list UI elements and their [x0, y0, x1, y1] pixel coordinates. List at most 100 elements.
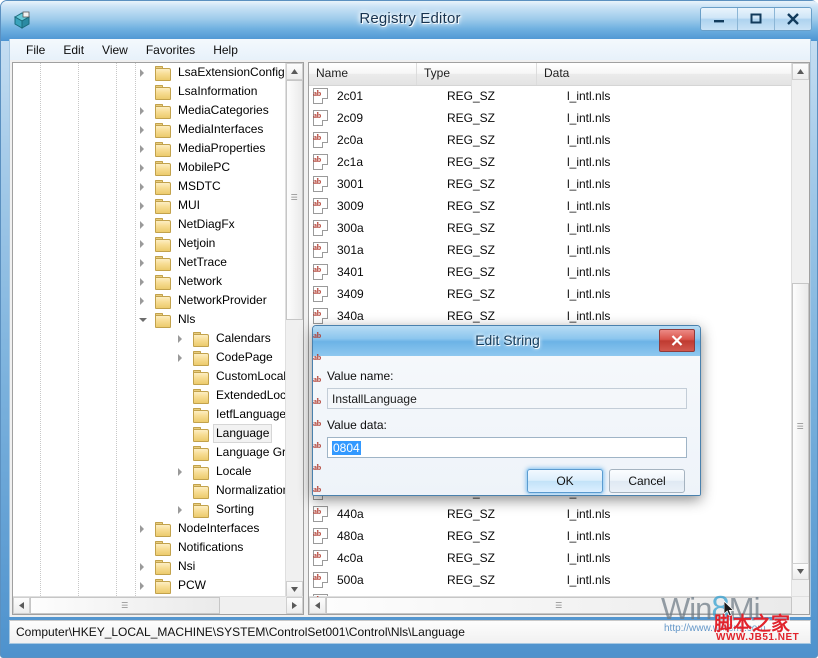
tree-node[interactable]: Netjoin [13, 234, 288, 253]
folder-icon [154, 313, 172, 327]
tree-node[interactable]: PCW [13, 576, 288, 595]
tree-node[interactable]: MediaCategories [13, 101, 288, 120]
chevron-right-icon[interactable] [135, 101, 154, 120]
chevron-right-icon[interactable] [173, 348, 192, 367]
list-scroll-thumb[interactable]: ☰ [792, 283, 809, 573]
tree-vertical-scrollbar[interactable]: ☰ [285, 63, 303, 598]
chevron-right-icon[interactable] [135, 234, 154, 253]
tree-node[interactable]: Network [13, 272, 288, 291]
maximize-button[interactable] [738, 8, 775, 30]
list-column-headers: Name Type Data [309, 63, 809, 86]
table-row[interactable]: ab2c09REG_SZl_intl.nls [309, 107, 794, 129]
chevron-right-icon[interactable] [135, 519, 154, 538]
menu-favorites[interactable]: Favorites [137, 41, 204, 59]
table-row[interactable]: ab500aREG_SZl_intl.nls [309, 569, 794, 591]
folder-icon [192, 503, 210, 517]
tree-node[interactable]: MSDTC [13, 177, 288, 196]
table-row[interactable]: ab3409REG_SZl_intl.nls [309, 283, 794, 305]
chevron-right-icon[interactable] [173, 500, 192, 519]
tree-node[interactable]: Calendars [13, 329, 288, 348]
chevron-right-icon[interactable] [135, 158, 154, 177]
menu-file[interactable]: File [17, 41, 54, 59]
dialog-close-button[interactable] [659, 329, 695, 352]
column-header-name[interactable]: Name [309, 63, 417, 85]
chevron-right-icon[interactable] [135, 253, 154, 272]
table-row[interactable]: ab340aREG_SZl_intl.nls [309, 305, 794, 327]
tree-node[interactable]: CodePage [13, 348, 288, 367]
list-vertical-scrollbar[interactable]: ☰ [791, 63, 809, 597]
value-name-input[interactable]: InstallLanguage [327, 388, 687, 409]
chevron-right-icon[interactable] [173, 329, 192, 348]
column-header-type[interactable]: Type [417, 63, 537, 85]
ok-button[interactable]: OK [527, 469, 603, 493]
tree-scroll-up-button[interactable] [286, 63, 303, 80]
tree-node[interactable]: CustomLocale [13, 367, 288, 386]
tree-node[interactable]: NodeInterfaces [13, 519, 288, 538]
tree-node[interactable]: MediaProperties [13, 139, 288, 158]
chevron-right-icon[interactable] [135, 196, 154, 215]
tree-node[interactable]: Notifications [13, 538, 288, 557]
table-row[interactable]: ab3009REG_SZl_intl.nls [309, 195, 794, 217]
chevron-right-icon[interactable] [135, 291, 154, 310]
chevron-right-icon[interactable] [135, 557, 154, 576]
chevron-right-icon[interactable] [135, 576, 154, 595]
tree-node[interactable]: Language Groups [13, 443, 288, 462]
list-scroll-down-button[interactable] [792, 563, 809, 580]
cancel-button[interactable]: Cancel [609, 469, 685, 493]
chevron-right-icon[interactable] [135, 215, 154, 234]
tree-scroll-left-button[interactable] [13, 597, 30, 614]
tree-node[interactable]: Language [13, 424, 288, 443]
tree-node[interactable]: Locale [13, 462, 288, 481]
tree-node[interactable]: MediaInterfaces [13, 120, 288, 139]
close-button[interactable] [775, 8, 811, 30]
table-row[interactable]: ab301aREG_SZl_intl.nls [309, 239, 794, 261]
tree-node[interactable]: ExtendedLocale [13, 386, 288, 405]
tree-node[interactable]: MUI [13, 196, 288, 215]
tree-node[interactable]: Nsi [13, 557, 288, 576]
minimize-button[interactable] [701, 8, 738, 30]
column-header-data[interactable]: Data [537, 63, 809, 85]
chevron-right-icon[interactable] [173, 462, 192, 481]
tree-node[interactable]: Nls [13, 310, 288, 329]
tree-node[interactable]: LsaExtensionConfig [13, 63, 288, 82]
list-hscroll-thumb[interactable]: ☰ [326, 597, 792, 614]
tree-node[interactable]: LsaInformation [13, 82, 288, 101]
table-row[interactable]: ab2c1aREG_SZl_intl.nls [309, 151, 794, 173]
tree-horizontal-scrollbar[interactable]: ☰ [13, 596, 303, 614]
tree-hscroll-thumb[interactable]: ☰ [30, 597, 220, 614]
list-scroll-left-button[interactable] [309, 597, 326, 614]
value-data-input[interactable]: 0804 [327, 437, 687, 458]
tree-node[interactable]: Normalization [13, 481, 288, 500]
cell-name: 340a [337, 309, 447, 323]
menu-help[interactable]: Help [204, 41, 247, 59]
menu-edit[interactable]: Edit [54, 41, 93, 59]
tree-node[interactable]: Sorting [13, 500, 288, 519]
chevron-right-icon[interactable] [135, 120, 154, 139]
table-row[interactable]: ab2c0aREG_SZl_intl.nls [309, 129, 794, 151]
chevron-down-icon[interactable] [135, 310, 154, 329]
menu-view[interactable]: View [93, 41, 137, 59]
cell-name: 440a [337, 507, 447, 521]
table-row[interactable]: ab300aREG_SZl_intl.nls [309, 217, 794, 239]
folder-icon [154, 199, 172, 213]
table-row[interactable]: ab440aREG_SZl_intl.nls [309, 503, 794, 525]
chevron-right-icon[interactable] [135, 272, 154, 291]
tree-node[interactable]: NetDiagFx [13, 215, 288, 234]
tree-node[interactable]: NetTrace [13, 253, 288, 272]
cell-data: l_intl.nls [567, 111, 767, 125]
table-row[interactable]: ab3401REG_SZl_intl.nls [309, 261, 794, 283]
tree-node[interactable]: NetworkProvider [13, 291, 288, 310]
table-row[interactable]: ab3001REG_SZl_intl.nls [309, 173, 794, 195]
table-row[interactable]: ab480aREG_SZl_intl.nls [309, 525, 794, 547]
chevron-right-icon[interactable] [135, 177, 154, 196]
tree-node[interactable]: MobilePC [13, 158, 288, 177]
tree-node[interactable]: IetfLanguage [13, 405, 288, 424]
table-row[interactable]: ab2c01REG_SZl_intl.nls [309, 85, 794, 107]
table-row[interactable]: ab4c0aREG_SZl_intl.nls [309, 547, 794, 569]
chevron-right-icon[interactable] [135, 139, 154, 158]
chevron-right-icon[interactable] [135, 63, 154, 82]
tree-scroll-right-button[interactable] [286, 597, 303, 614]
list-scroll-up-button[interactable] [792, 63, 809, 80]
tree-scroll-thumb[interactable]: ☰ [286, 80, 303, 320]
registry-tree-pane[interactable]: LsaExtensionConfigLsaInformationMediaCat… [12, 62, 304, 615]
